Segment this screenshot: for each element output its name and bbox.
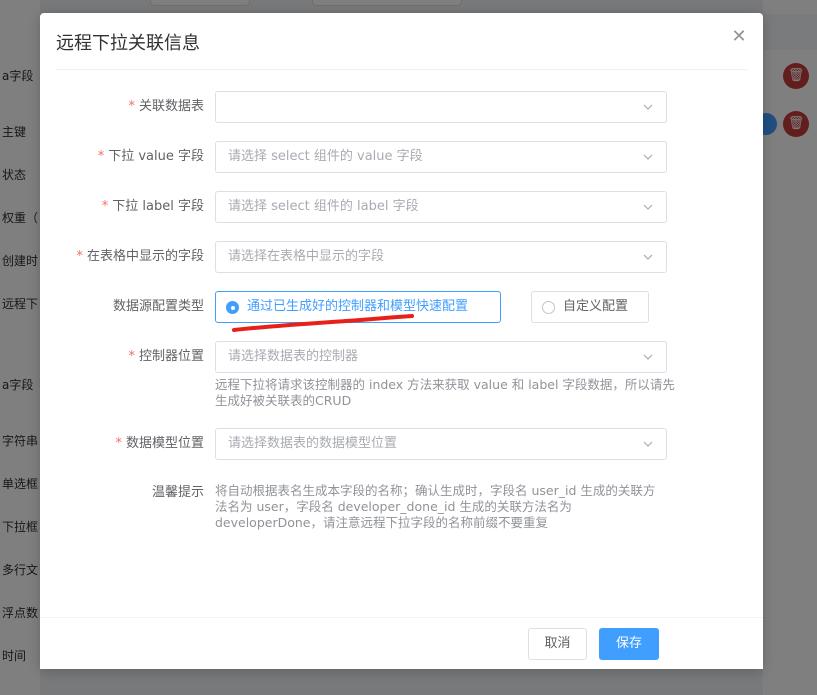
dialog-divider — [56, 69, 747, 70]
chevron-down-icon — [643, 104, 653, 110]
label-field-select[interactable]: 请选择 select 组件的 label 字段 — [215, 191, 667, 223]
model-select[interactable]: 请选择数据表的数据模型位置 — [215, 428, 667, 460]
select-placeholder: 请选择数据表的数据模型位置 — [228, 436, 398, 451]
chevron-down-icon — [643, 204, 653, 210]
select-placeholder: 请选择 select 组件的 value 字段 — [228, 149, 423, 164]
field-label: * 在表格中显示的字段 — [76, 249, 204, 264]
radio-label: 自定义配置 — [563, 299, 629, 314]
cancel-button[interactable]: 取消 — [528, 628, 587, 660]
close-icon[interactable]: ✕ — [729, 27, 749, 47]
controller-select[interactable]: 请选择数据表的控制器 — [215, 341, 667, 373]
chevron-down-icon — [643, 254, 653, 260]
tip-text: 将自动根据表名生成本字段的名称；确认生成时，字段名 user_id 生成的关联方… — [215, 483, 656, 530]
save-button[interactable]: 保存 — [599, 628, 659, 660]
remote-select-dialog: 远程下拉关联信息 ✕ * 关联数据表 * 下拉 value 字段 请选择 selec… — [40, 13, 763, 669]
radio-unchecked-icon — [542, 301, 555, 314]
select-placeholder: 请选择数据表的控制器 — [228, 349, 359, 364]
field-label: * 控制器位置 — [128, 349, 204, 364]
field-label: 数据源配置类型 — [112, 299, 204, 314]
field-label: * 下拉 value 字段 — [97, 149, 204, 164]
chevron-down-icon — [643, 154, 653, 160]
dialog-title: 远程下拉关联信息 — [56, 33, 200, 54]
radio-custom-config[interactable]: 自定义配置 — [531, 291, 649, 323]
chevron-down-icon — [643, 354, 653, 360]
red-underline-annotation — [232, 314, 414, 332]
select-placeholder: 请选择在表格中显示的字段 — [228, 249, 385, 264]
table-select[interactable] — [215, 91, 667, 123]
display-field-select[interactable]: 请选择在表格中显示的字段 — [215, 241, 667, 273]
field-label: * 数据模型位置 — [115, 436, 204, 451]
field-label: * 关联数据表 — [128, 99, 204, 114]
field-label: 温馨提示 — [151, 485, 204, 500]
value-field-select[interactable]: 请选择 select 组件的 value 字段 — [215, 141, 667, 173]
field-label: * 下拉 label 字段 — [101, 199, 204, 214]
controller-help-text: 远程下拉将请求该控制器的 index 方法来获取 value 和 label 字… — [215, 377, 675, 408]
select-placeholder: 请选择 select 组件的 label 字段 — [228, 199, 419, 214]
chevron-down-icon — [643, 441, 653, 447]
